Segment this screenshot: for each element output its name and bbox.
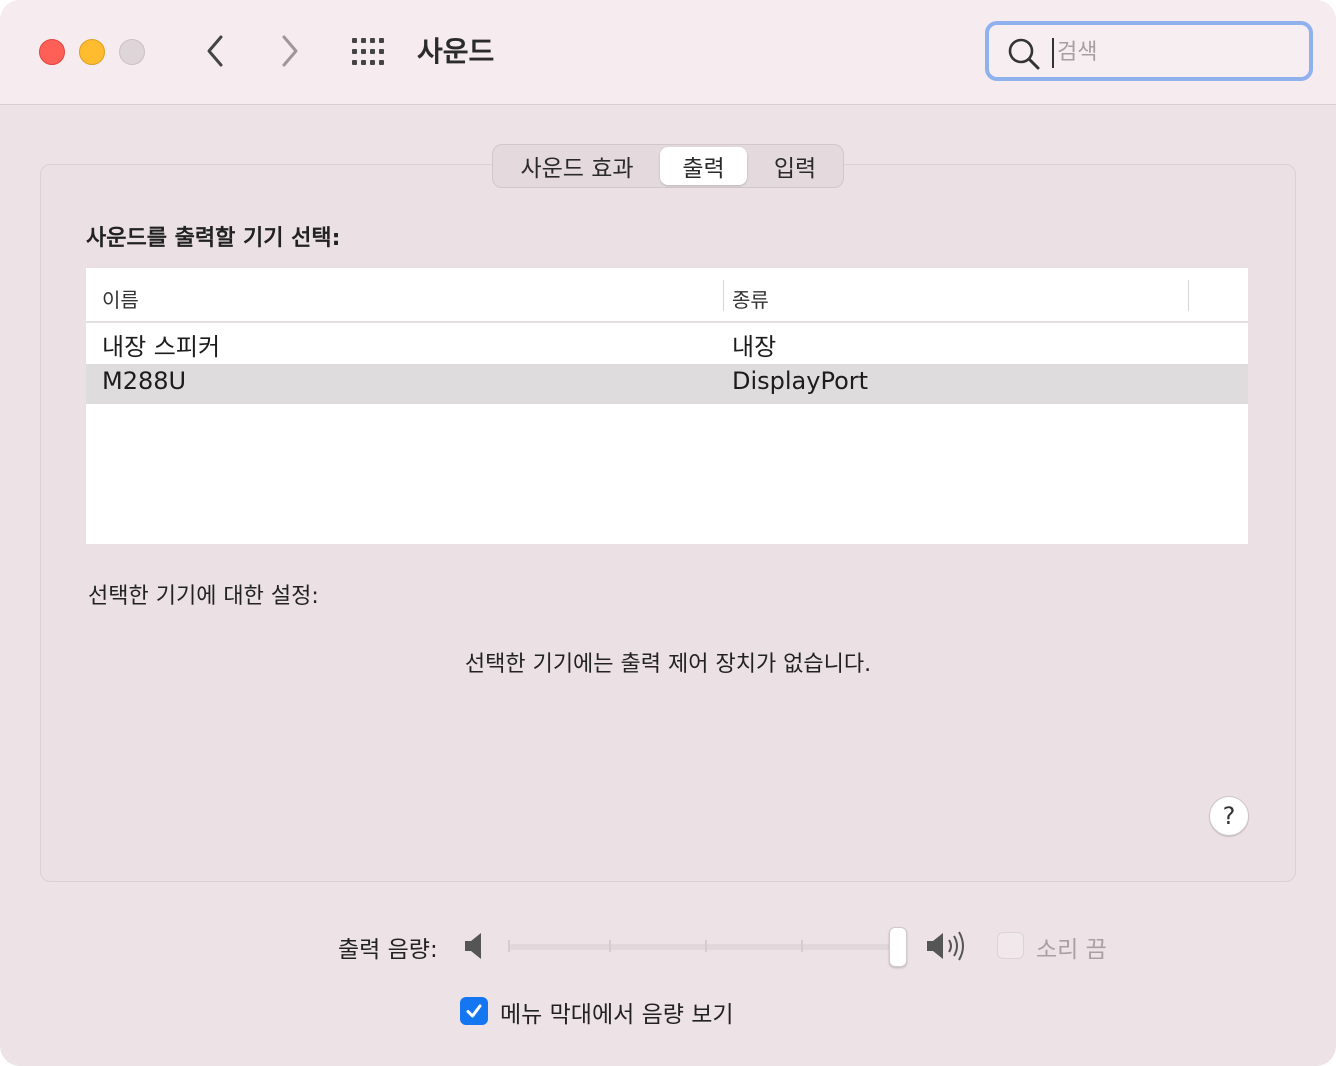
slider-tick bbox=[801, 940, 803, 952]
show-volume-in-menubar-label: 메뉴 막대에서 음량 보기 bbox=[500, 1002, 734, 1028]
slider-tick bbox=[609, 940, 611, 952]
window-title: 사운드 bbox=[417, 35, 495, 68]
forward-button[interactable] bbox=[272, 33, 308, 69]
search-field[interactable] bbox=[985, 21, 1313, 81]
back-button[interactable] bbox=[197, 33, 233, 69]
device-type: 내장 bbox=[732, 333, 777, 361]
titlebar: 사운드 bbox=[0, 0, 1336, 105]
help-button[interactable]: ? bbox=[1209, 796, 1249, 836]
device-settings-heading: 선택한 기기에 대한 설정: bbox=[88, 584, 319, 609]
chevron-right-icon bbox=[282, 35, 298, 67]
column-divider[interactable] bbox=[723, 280, 724, 311]
table-row-selected[interactable]: M288U DisplayPort bbox=[86, 364, 1248, 404]
sound-preferences-window: 사운드 사운드 효과 출력 입력 사운드를 출력할 기기 선택: 이름 종류 내… bbox=[0, 0, 1336, 1066]
zoom-button[interactable] bbox=[119, 39, 145, 65]
search-input[interactable] bbox=[1055, 33, 1279, 71]
tab-bar: 사운드 효과 출력 입력 bbox=[492, 144, 844, 188]
tab-input[interactable]: 입력 bbox=[749, 147, 841, 185]
device-name: M288U bbox=[102, 367, 187, 395]
text-caret bbox=[1052, 38, 1054, 68]
volume-slider-track[interactable] bbox=[508, 944, 900, 950]
search-icon bbox=[1008, 38, 1040, 70]
mute-checkbox[interactable] bbox=[997, 932, 1024, 959]
device-name: 내장 스피커 bbox=[102, 333, 221, 361]
speaker-low-icon bbox=[465, 933, 481, 959]
checkmark-icon bbox=[466, 1004, 482, 1018]
tab-sound-effects[interactable]: 사운드 효과 bbox=[495, 147, 659, 185]
slider-tick bbox=[705, 940, 707, 952]
no-controls-message: 선택한 기기에는 출력 제어 장치가 없습니다. bbox=[464, 652, 872, 677]
minimize-button[interactable] bbox=[79, 39, 105, 65]
tab-output[interactable]: 출력 bbox=[660, 147, 747, 185]
show-volume-in-menubar-checkbox[interactable] bbox=[460, 997, 488, 1025]
device-type: DisplayPort bbox=[732, 367, 869, 395]
mute-label: 소리 끔 bbox=[1036, 937, 1107, 963]
column-header-name[interactable]: 이름 bbox=[102, 284, 139, 313]
table-row[interactable]: 내장 스피커 내장 bbox=[86, 324, 1248, 364]
table-header: 이름 종류 bbox=[86, 268, 1248, 323]
device-select-heading: 사운드를 출력할 기기 선택: bbox=[86, 226, 341, 251]
output-device-table: 이름 종류 내장 스피커 내장 M288U DisplayPort bbox=[86, 268, 1248, 544]
volume-slider-knob[interactable] bbox=[889, 927, 907, 967]
chevron-left-icon bbox=[207, 35, 223, 67]
slider-tick bbox=[508, 940, 510, 952]
column-divider[interactable] bbox=[1188, 280, 1189, 311]
output-volume-label: 출력 음량: bbox=[338, 937, 438, 963]
column-header-type[interactable]: 종류 bbox=[732, 284, 769, 313]
close-button[interactable] bbox=[39, 39, 65, 65]
show-all-button[interactable] bbox=[350, 36, 390, 68]
speaker-high-icon bbox=[927, 931, 964, 961]
grid-icon bbox=[352, 38, 384, 65]
